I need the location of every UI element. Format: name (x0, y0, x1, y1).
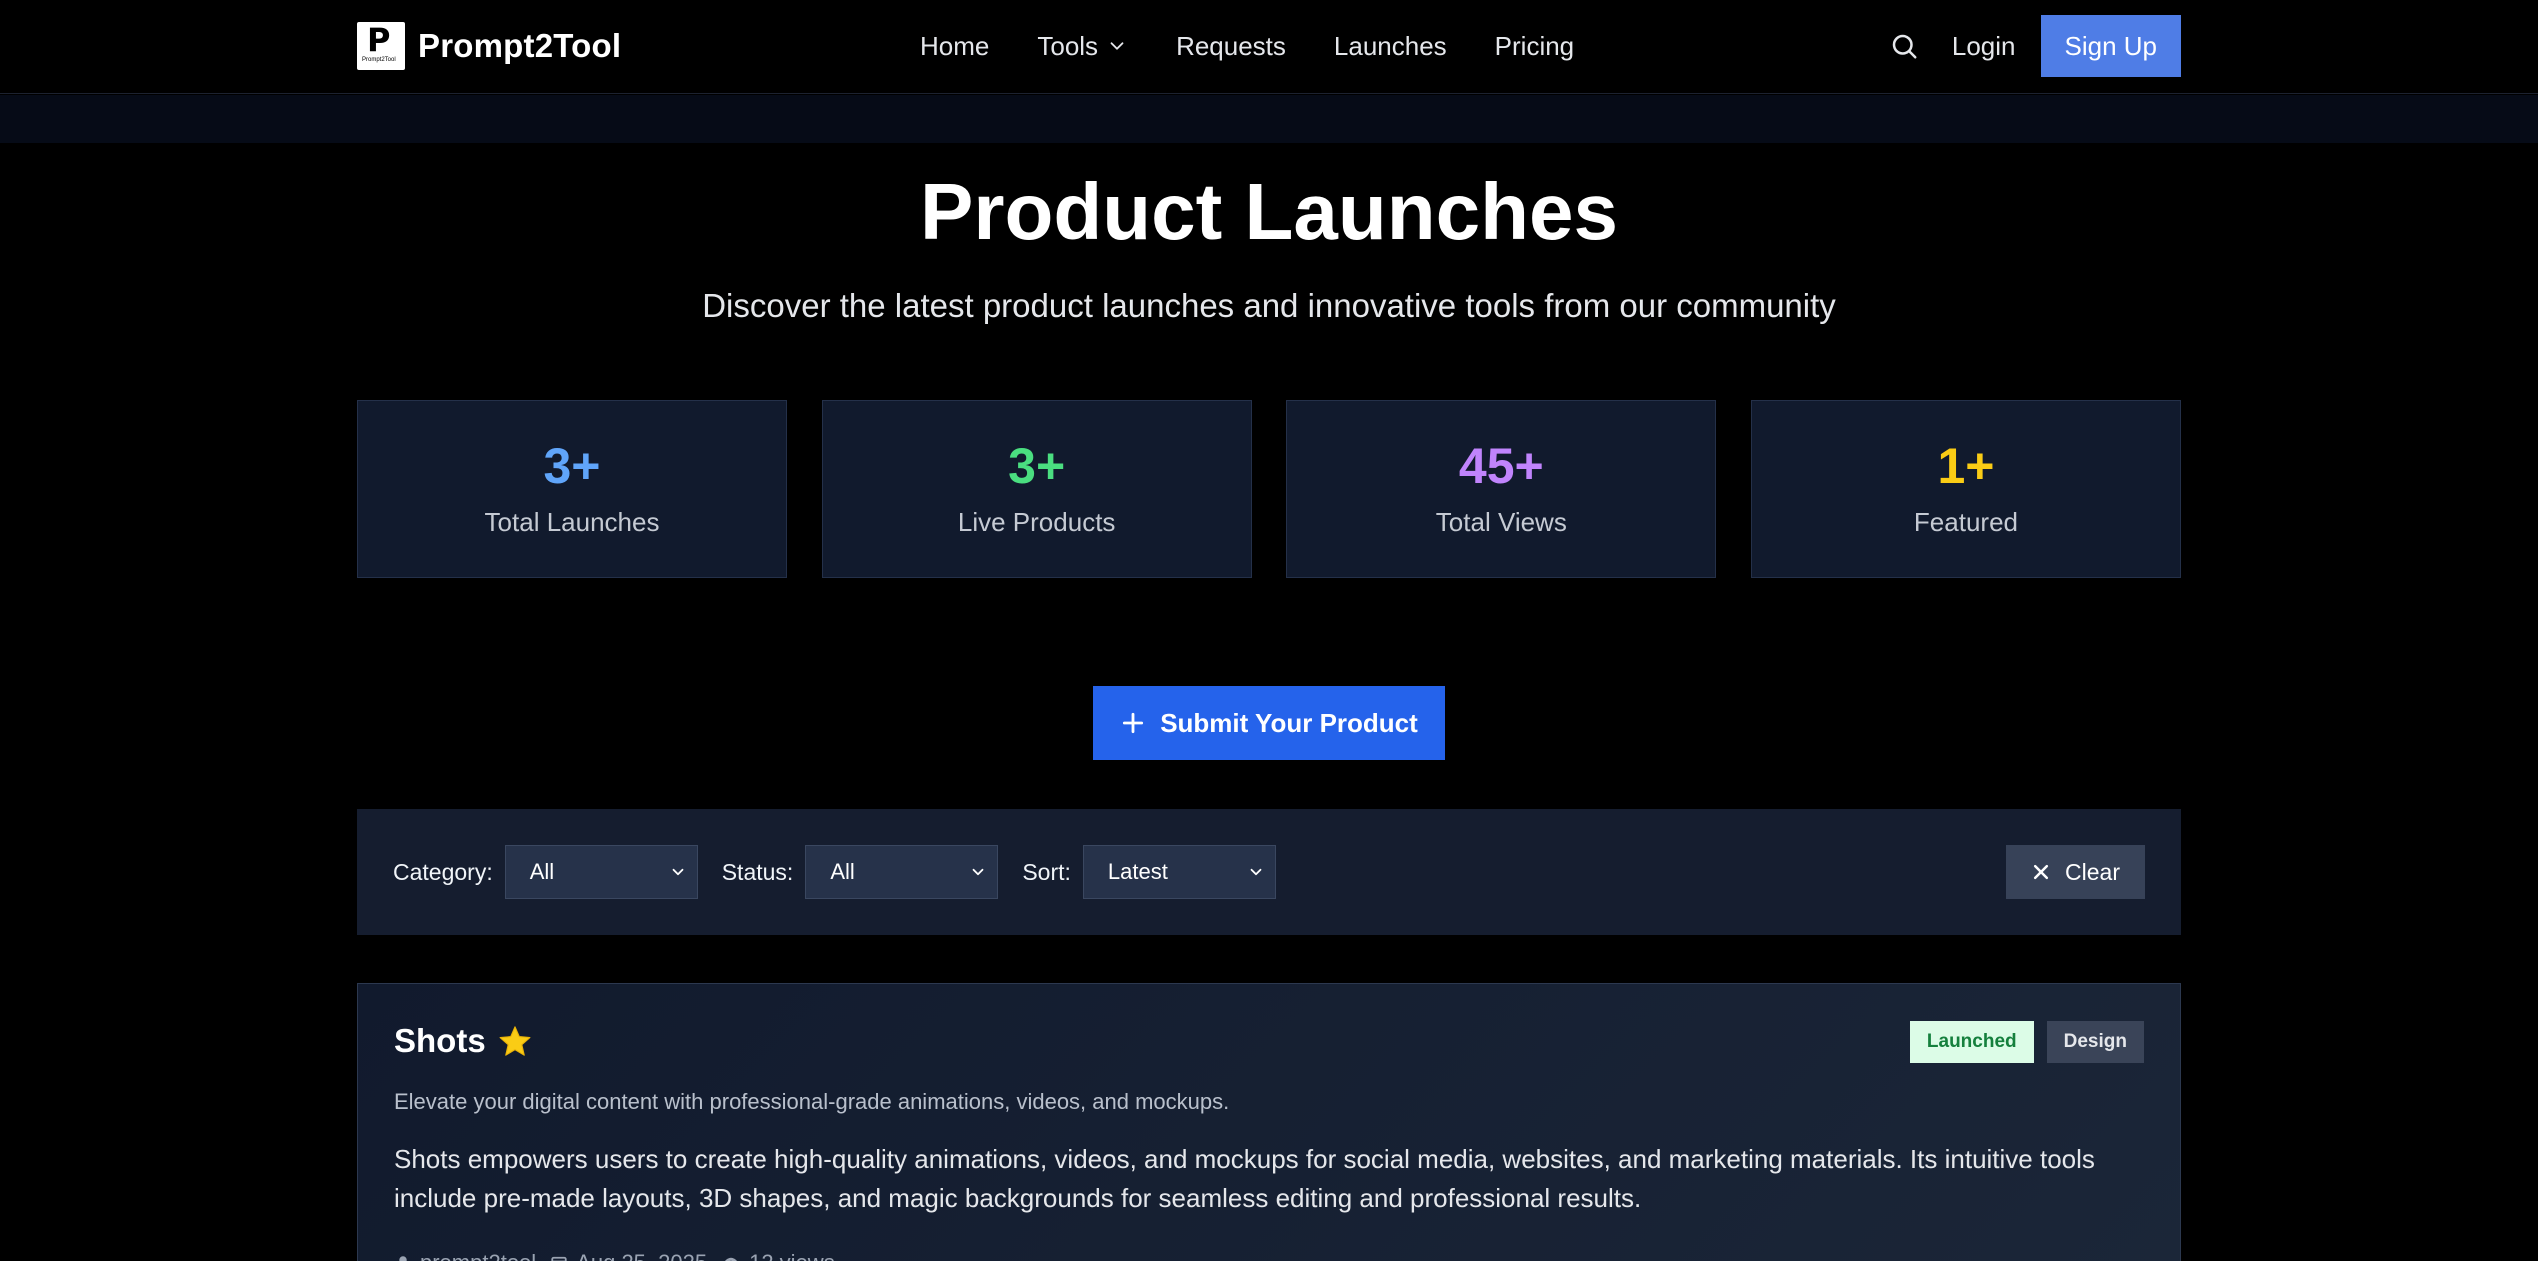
close-icon (2033, 864, 2049, 880)
logo-letter: P (367, 21, 391, 59)
sort-select[interactable]: Latest (1082, 845, 1276, 899)
signup-button[interactable]: Sign Up (2040, 15, 2181, 77)
meta-views: 12 views (721, 1250, 835, 1261)
brand-name: Prompt2Tool (418, 27, 622, 64)
product-meta: prompt2tool Aug 25, 2025 12 views (394, 1250, 835, 1261)
stat-card-live-products: 3+ Live Products (821, 400, 1252, 578)
user-icon (399, 1256, 407, 1261)
product-description: Shots empowers users to create high-qual… (394, 1144, 2095, 1213)
submit-product-label: Submit Your Product (1160, 707, 1418, 738)
meta-author: prompt2tool (394, 1250, 536, 1261)
nav-right: Login Sign Up (1884, 15, 2181, 77)
stat-card-total-launches: 3+ Total Launches (357, 400, 787, 578)
stat-value: 3+ (543, 438, 601, 494)
featured-star-icon (499, 1026, 531, 1056)
nav-pricing[interactable]: Pricing (1495, 31, 1574, 62)
category-label: Category: (393, 858, 493, 885)
stat-label: Live Products (957, 507, 1116, 537)
nav-links: Home Tools Requests Launches Pricing (920, 0, 1622, 92)
product-badges: Launched Design (1909, 1021, 2144, 1063)
launch-date: Aug 25, 2025 (576, 1250, 707, 1261)
stat-label: Featured (1913, 507, 2018, 537)
stat-label: Total Launches (484, 507, 660, 537)
page-subtitle: Discover the latest product launches and… (702, 287, 1836, 324)
chevron-down-icon (672, 868, 684, 876)
sub-navbar (0, 95, 2538, 143)
chevron-down-icon (972, 868, 984, 876)
status-select-value: All (830, 859, 855, 884)
category-badge: Design (2046, 1021, 2144, 1063)
clear-filters-button[interactable]: Clear (2006, 845, 2145, 899)
status-select[interactable]: All (805, 845, 999, 899)
filter-bar: Category: All Status: All Sort: Latest C… (357, 809, 2181, 935)
product-name[interactable]: Shots (394, 1022, 486, 1060)
product-title-row: Shots (394, 1022, 532, 1060)
submit-product-button[interactable]: Submit Your Product (1093, 686, 1445, 760)
stat-value: 1+ (1937, 438, 1995, 494)
product-card[interactable]: Shots Launched Design Elevate your digit… (357, 983, 2181, 1261)
nav-tools[interactable]: Tools (1037, 31, 1128, 62)
logo: P Prompt2Tool (357, 22, 405, 70)
search-button[interactable] (1884, 26, 1924, 66)
chevron-down-icon (1110, 42, 1124, 50)
nav-requests[interactable]: Requests (1176, 31, 1286, 62)
clear-label: Clear (2065, 858, 2120, 885)
status-label: Status: (721, 858, 794, 885)
stats-row: 3+ Total Launches 3+ Live Products 45+ T… (357, 400, 2181, 578)
calendar-icon (551, 1256, 567, 1261)
nav-tools-label: Tools (1037, 30, 1099, 61)
category-select[interactable]: All (504, 845, 698, 899)
plus-icon (1123, 712, 1144, 734)
login-link[interactable]: Login (1952, 31, 2016, 62)
stat-card-total-views: 45+ Total Views (1286, 400, 1717, 578)
status-badge: Launched (1909, 1021, 2034, 1063)
stat-value: 3+ (1008, 438, 1066, 494)
navbar: P Prompt2Tool Prompt2Tool Home Tools Req… (0, 0, 2538, 94)
stat-value: 45+ (1458, 438, 1544, 494)
meta-date: Aug 25, 2025 (550, 1250, 707, 1261)
view-count: 12 views (749, 1250, 835, 1261)
category-select-value: All (529, 859, 555, 884)
eye-icon (725, 1257, 738, 1261)
logo-text: Prompt2Tool (362, 57, 396, 63)
page-title: Product Launches (920, 167, 1618, 256)
stat-label: Total Views (1435, 507, 1567, 537)
sort-select-value: Latest (1107, 859, 1168, 884)
sort-label: Sort: (1022, 858, 1071, 885)
nav-home[interactable]: Home (920, 31, 989, 62)
author-name: prompt2tool (420, 1250, 536, 1261)
stat-card-featured: 1+ Featured (1750, 400, 2181, 578)
chevron-down-icon (1250, 868, 1262, 876)
nav-launches[interactable]: Launches (1334, 31, 1447, 62)
brand-link[interactable]: P Prompt2Tool Prompt2Tool (357, 22, 621, 70)
search-icon (1892, 34, 1917, 59)
product-tagline: Elevate your digital content with profes… (394, 1089, 1230, 1114)
